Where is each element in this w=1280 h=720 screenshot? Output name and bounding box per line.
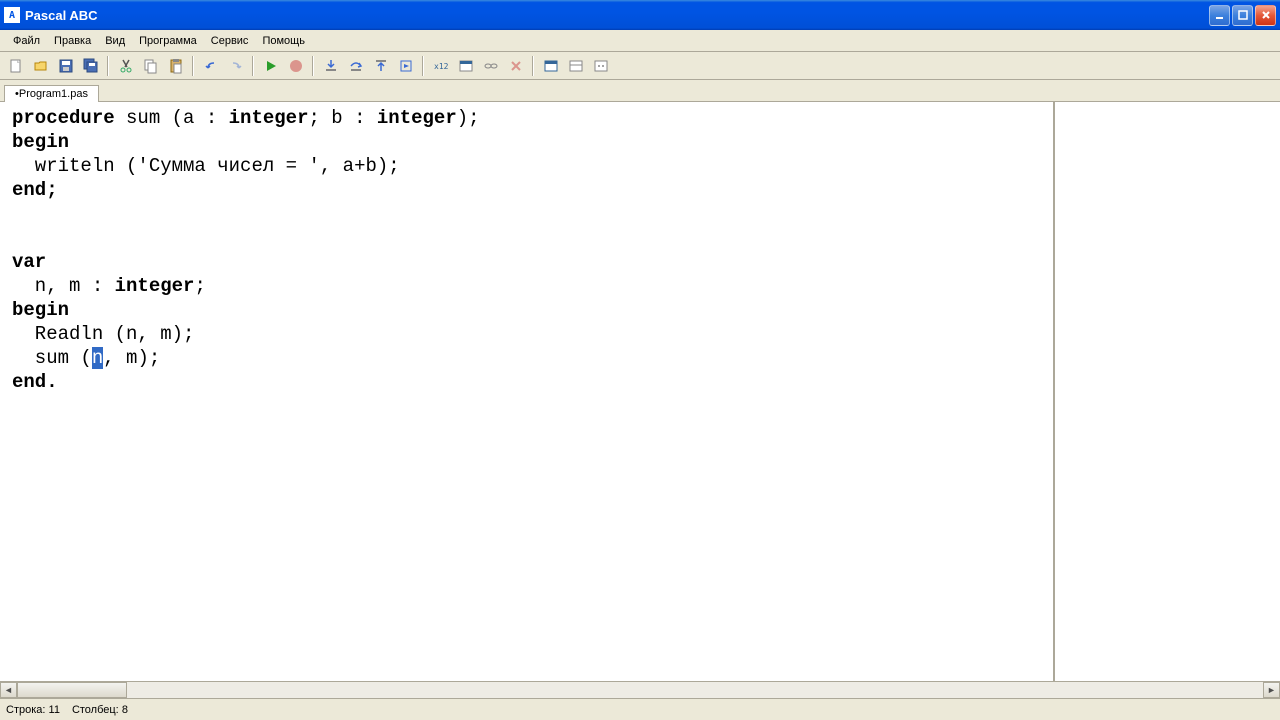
string-literal: 'Сумма чисел = ': [137, 155, 319, 177]
window-icon[interactable]: [454, 55, 477, 77]
form-code-icon[interactable]: [589, 55, 612, 77]
minimize-button[interactable]: [1209, 5, 1230, 26]
scroll-right-icon[interactable]: ►: [1263, 682, 1280, 698]
menu-help[interactable]: Помощь: [255, 33, 312, 49]
redo-icon[interactable]: [224, 55, 247, 77]
run-to-cursor-icon[interactable]: [394, 55, 417, 77]
close-button[interactable]: [1255, 5, 1276, 26]
menu-view[interactable]: Вид: [98, 33, 132, 49]
statusbar: Строка: 11 Столбец: 8: [0, 698, 1280, 720]
tab-program1[interactable]: •Program1.pas: [4, 85, 99, 102]
app-title: Pascal ABC: [25, 8, 1209, 23]
right-panel: [1055, 102, 1280, 681]
new-file-icon[interactable]: [4, 55, 27, 77]
step-over-icon[interactable]: [344, 55, 367, 77]
keyword: integer: [229, 107, 309, 129]
menu-program[interactable]: Программа: [132, 33, 204, 49]
keyword: end.: [12, 371, 58, 393]
menu-file[interactable]: Файл: [6, 33, 47, 49]
separator: [422, 56, 424, 76]
keyword: begin: [12, 299, 69, 321]
scroll-thumb[interactable]: [17, 682, 127, 698]
scroll-left-icon[interactable]: ◄: [0, 682, 17, 698]
delete-icon[interactable]: [504, 55, 527, 77]
code-editor[interactable]: procedure sum (a : integer; b : integer)…: [0, 102, 1055, 681]
selected-text: n: [92, 347, 103, 369]
keyword: begin: [12, 131, 69, 153]
separator: [107, 56, 109, 76]
menu-service[interactable]: Сервис: [204, 33, 256, 49]
copy-icon[interactable]: [139, 55, 162, 77]
toolbar: x123: [0, 52, 1280, 80]
status-column: Столбец: 8: [72, 704, 128, 716]
scroll-track[interactable]: [17, 682, 1263, 698]
link-icon[interactable]: [479, 55, 502, 77]
save-all-icon[interactable]: [79, 55, 102, 77]
paste-icon[interactable]: [164, 55, 187, 77]
horizontal-scrollbar[interactable]: ◄ ►: [0, 681, 1280, 698]
menubar: Файл Правка Вид Программа Сервис Помощь: [0, 30, 1280, 52]
step-out-icon[interactable]: [369, 55, 392, 77]
svg-text:x123: x123: [434, 62, 449, 71]
app-icon: A: [4, 7, 20, 23]
separator: [192, 56, 194, 76]
form-tab-icon[interactable]: [564, 55, 587, 77]
separator: [252, 56, 254, 76]
stop-icon[interactable]: [284, 55, 307, 77]
keyword: var: [12, 251, 46, 273]
titlebar: A Pascal ABC: [0, 0, 1280, 30]
separator: [532, 56, 534, 76]
keyword: end;: [12, 179, 58, 201]
open-file-icon[interactable]: [29, 55, 52, 77]
keyword: integer: [377, 107, 457, 129]
status-line: Строка: 11: [6, 704, 60, 716]
cut-icon[interactable]: [114, 55, 137, 77]
step-into-icon[interactable]: [319, 55, 342, 77]
window-controls: [1209, 5, 1276, 26]
maximize-button[interactable]: [1232, 5, 1253, 26]
keyword: procedure: [12, 107, 115, 129]
tabbar: •Program1.pas: [0, 80, 1280, 102]
menu-edit[interactable]: Правка: [47, 33, 98, 49]
form-designer-icon[interactable]: [539, 55, 562, 77]
watch-icon[interactable]: x123: [429, 55, 452, 77]
run-icon[interactable]: [259, 55, 282, 77]
separator: [312, 56, 314, 76]
undo-icon[interactable]: [199, 55, 222, 77]
main-area: procedure sum (a : integer; b : integer)…: [0, 102, 1280, 698]
keyword: integer: [115, 275, 195, 297]
save-icon[interactable]: [54, 55, 77, 77]
